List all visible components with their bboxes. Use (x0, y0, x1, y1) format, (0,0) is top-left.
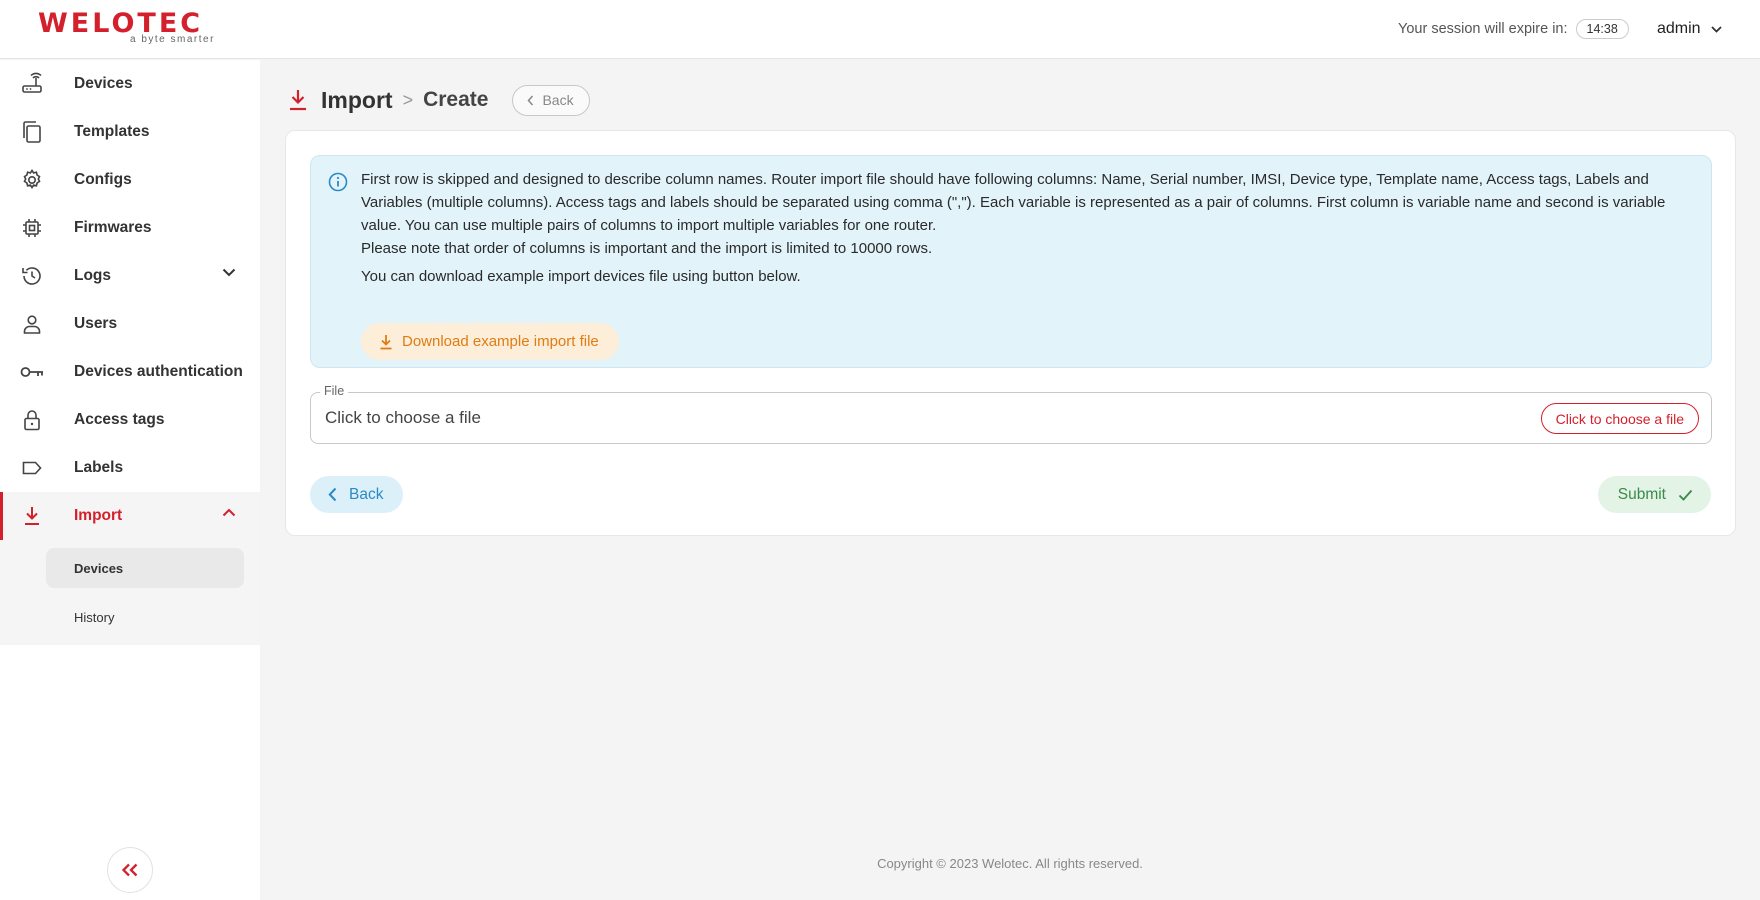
sidebar-subitem-devices[interactable]: Devices (46, 548, 244, 588)
submit-button-label: Submit (1617, 485, 1666, 503)
sidebar-item-devices[interactable]: Devices (0, 60, 260, 108)
sidebar-item-label: Labels (74, 459, 124, 476)
page-header: Import > Create Back (287, 84, 590, 116)
download-icon (290, 90, 306, 111)
sidebar-subitem-label: History (74, 609, 115, 625)
page-subtitle: Create (423, 88, 489, 111)
sidebar-item-users[interactable]: Users (0, 300, 260, 348)
session-label: Your session will expire in: (1398, 21, 1568, 37)
info-box: First row is skipped and designed to des… (310, 155, 1712, 368)
sidebar-item-firmwares[interactable]: Firmwares (0, 204, 260, 252)
header-back-label: Back (542, 92, 574, 108)
chevron-left-icon (328, 487, 337, 502)
sidebar-item-label: Configs (74, 171, 132, 188)
key-icon (19, 359, 45, 385)
back-button[interactable]: Back (310, 476, 404, 513)
gear-icon (19, 167, 45, 193)
check-icon (1678, 489, 1693, 501)
download-icon (380, 334, 392, 349)
copy-icon (19, 119, 45, 145)
user-name: admin (1657, 20, 1701, 37)
sidebar-item-label: Devices (74, 75, 133, 92)
sidebar-subitem-history[interactable]: History (46, 597, 244, 637)
user-menu[interactable]: admin (1657, 20, 1722, 38)
chevron-down-icon[interactable] (222, 268, 236, 277)
sidebar-item-access-tags[interactable]: Access tags (0, 396, 260, 444)
sidebar-item-label: Users (74, 315, 118, 332)
file-input[interactable]: File Click to choose a file Click to cho… (310, 384, 1712, 444)
sidebar-item-templates[interactable]: Templates (0, 108, 260, 156)
sidebar-item-devices-authentication[interactable]: Devices authentication (0, 348, 260, 396)
header-back-button[interactable]: Back (512, 84, 590, 116)
info-paragraph-download: You can download example import devices … (361, 268, 801, 285)
collapse-sidebar-button[interactable] (107, 847, 153, 893)
session-timer: 14:38 (1575, 19, 1629, 39)
chevron-down-icon (1710, 25, 1722, 33)
page-title: Import (321, 86, 393, 113)
sidebar-item-label: Firmwares (74, 219, 152, 236)
breadcrumb-separator: > (402, 89, 414, 110)
chevron-up-icon[interactable] (222, 508, 236, 517)
user-icon (19, 311, 45, 337)
file-placeholder: Click to choose a file (325, 408, 481, 427)
session-info: Your session will expire in: 14:38 (1398, 19, 1629, 39)
logo-tagline: a byte smarter (130, 34, 215, 45)
label-icon (19, 455, 45, 481)
download-icon (19, 503, 45, 529)
double-chevron-left-icon (121, 863, 138, 877)
sidebar-subitem-label: Devices (74, 560, 124, 576)
top-bar: WELOTEC a byte smarter Your session will… (0, 0, 1760, 59)
lock-icon (19, 407, 45, 433)
sidebar-item-configs[interactable]: Configs (0, 156, 260, 204)
download-example-button[interactable]: Download example import file (361, 323, 619, 360)
sidebar-item-import[interactable]: Import (0, 492, 260, 540)
chevron-left-icon (527, 95, 534, 105)
sidebar-item-label: Access tags (74, 411, 165, 428)
chip-icon (19, 215, 45, 241)
sidebar-item-label: Import (74, 507, 123, 524)
back-button-label: Back (349, 485, 384, 503)
download-example-label: Download example import file (402, 333, 599, 350)
router-icon (19, 71, 45, 97)
import-card: First row is skipped and designed to des… (285, 130, 1736, 536)
sidebar-item-label: Logs (74, 267, 112, 284)
sidebar: Devices Templates Configs Firmwares Logs… (0, 60, 260, 900)
sidebar-item-label: Devices authentication (74, 363, 243, 380)
submit-button[interactable]: Submit (1597, 476, 1711, 513)
info-paragraph-order: Please note that order of columns is imp… (361, 240, 933, 257)
choose-file-button[interactable]: Click to choose a file (1540, 403, 1699, 434)
sidebar-item-label: Templates (74, 123, 150, 140)
footer-copyright: Copyright © 2023 Welotec. All rights res… (877, 856, 1143, 871)
sidebar-item-logs[interactable]: Logs (0, 252, 260, 300)
info-icon (328, 172, 348, 192)
history-icon (19, 263, 45, 289)
info-paragraph-columns: First row is skipped and designed to des… (361, 171, 1666, 234)
logo[interactable]: WELOTEC a byte smarter (38, 10, 213, 46)
sidebar-item-labels[interactable]: Labels (0, 444, 260, 492)
file-field-label: File (320, 384, 349, 398)
